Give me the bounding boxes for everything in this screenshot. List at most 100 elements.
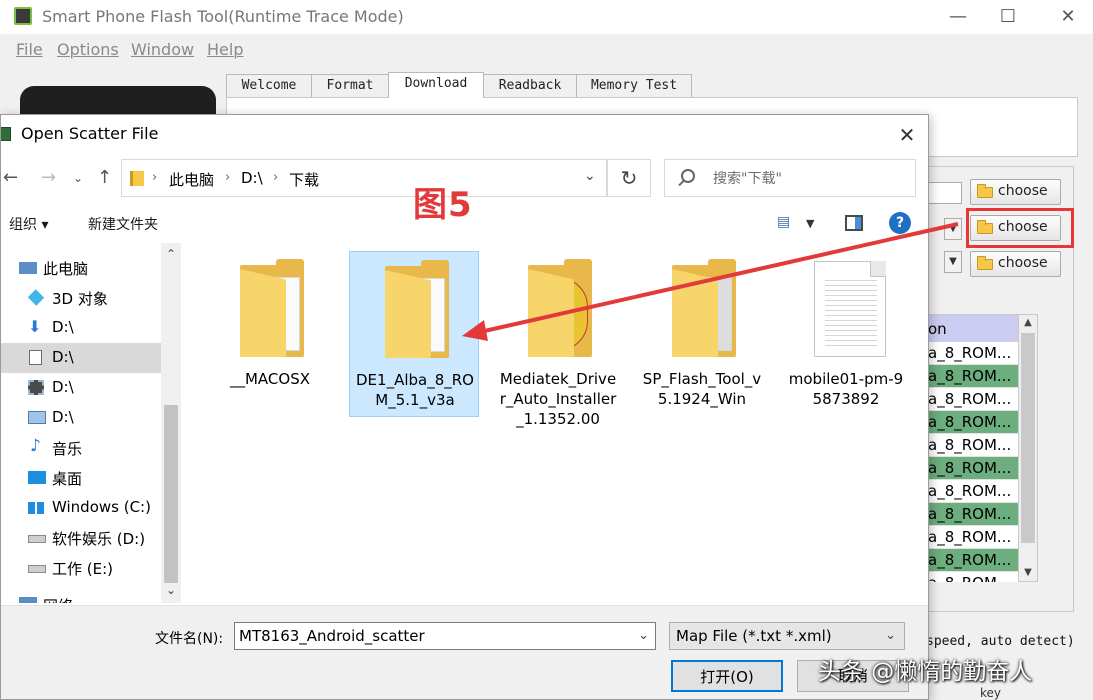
tab-download[interactable]: Download (388, 72, 484, 98)
nav-item-music[interactable]: ♪ 音乐 (1, 433, 161, 463)
search-box[interactable] (664, 159, 916, 197)
scroll-thumb[interactable] (164, 405, 178, 583)
chevron-down-icon[interactable]: ⌄ (638, 628, 649, 643)
close-icon[interactable]: ✕ (1048, 4, 1088, 30)
table-row[interactable]: a_8_ROM... (922, 480, 1018, 503)
nav-item-downloads[interactable]: ⬇ D:\ (1, 313, 161, 343)
breadcrumb-downloads[interactable]: 下载 (289, 169, 319, 190)
table-row[interactable]: a_8_ROM... (922, 434, 1018, 457)
menu-options[interactable]: Options (57, 40, 119, 59)
minimize-icon[interactable]: — (938, 4, 978, 30)
nav-item-label: 软件娱乐 (D:) (52, 530, 146, 548)
maximize-icon[interactable]: ☐ (988, 4, 1028, 30)
file-name: __MACOSX (229, 370, 311, 388)
auth-dropdown-icon[interactable]: ▼ (944, 251, 962, 273)
menu-window[interactable]: Window (131, 40, 194, 59)
scroll-thumb[interactable] (1021, 333, 1035, 543)
nav-item-label: D:\ (52, 408, 74, 426)
tab-memory-test[interactable]: Memory Test (576, 74, 692, 98)
back-arrow-icon[interactable]: ← (3, 167, 18, 188)
scroll-up-icon[interactable]: ▲ (1021, 316, 1035, 330)
video-icon (28, 380, 44, 395)
chevron-right-icon[interactable]: › (152, 170, 157, 185)
organize-button[interactable]: 组织 ▾ (9, 214, 48, 234)
network-icon (19, 597, 37, 603)
nav-item-desktop[interactable]: 桌面 (1, 463, 161, 493)
view-options-icon[interactable]: ▤ (777, 214, 790, 230)
table-row[interactable]: a_8_ROM... (922, 411, 1018, 434)
breadcrumb-drive[interactable]: D:\ (241, 169, 263, 187)
dialog-titlebar: Open Scatter File ✕ (1, 115, 928, 153)
scroll-up-icon[interactable]: ⌃ (164, 247, 178, 261)
scatter-dropdown-icon[interactable]: ▼ (944, 218, 962, 240)
nav-item-label: 工作 (E:) (52, 560, 114, 578)
scroll-down-icon[interactable]: ⌄ (164, 583, 178, 597)
search-input[interactable] (713, 168, 908, 190)
file-item-sp-flash-tool[interactable]: SP_Flash_Tool_v5.1924_Win (637, 251, 767, 417)
nav-scrollbar[interactable]: ⌃ ⌄ (161, 243, 181, 603)
recent-locations-icon[interactable]: ⌄ (73, 171, 83, 185)
nav-item-pictures[interactable]: D:\ (1, 403, 161, 433)
tab-readback[interactable]: Readback (483, 74, 577, 98)
nav-item-3d-objects[interactable]: 3D 对象 (1, 283, 161, 313)
chevron-down-icon[interactable]: ⌄ (885, 628, 896, 643)
nav-item-documents[interactable]: D:\ (1, 343, 161, 373)
table-row[interactable]: a_8_ROM... (922, 526, 1018, 549)
choose-auth-button[interactable]: choose (970, 251, 1061, 277)
cube-icon (27, 289, 45, 306)
nav-item-label: 网络 (43, 595, 73, 603)
music-icon: ♪ (30, 436, 41, 456)
nav-item-label: D:\ (52, 348, 74, 366)
refresh-icon[interactable]: ↻ (607, 159, 651, 197)
scroll-down-icon[interactable]: ▼ (1021, 566, 1035, 580)
tab-welcome[interactable]: Welcome (226, 74, 312, 98)
nav-item-drive-e[interactable]: 工作 (E:) (1, 553, 161, 583)
file-item-mediatek-driver[interactable]: Mediatek_Driver_Auto_Installer_1.1352.00 (493, 251, 623, 428)
up-arrow-icon[interactable]: ↑ (97, 167, 112, 188)
view-dropdown-icon[interactable]: ▼ (806, 217, 814, 230)
table-row[interactable]: a_8_ROM... (922, 549, 1018, 572)
nav-item-drive-d[interactable]: 软件娱乐 (D:) (1, 523, 161, 553)
nav-item-label: 3D 对象 (52, 290, 108, 308)
nav-item-windows-c[interactable]: Windows (C:) (1, 493, 161, 523)
filetype-select[interactable]: Map File (*.txt *.xml) ⌄ (669, 622, 905, 650)
tab-format[interactable]: Format (311, 74, 389, 98)
table-row[interactable]: a_8_ROM... (922, 572, 1018, 582)
chevron-down-icon[interactable]: ⌄ (584, 168, 596, 184)
address-bar[interactable]: › 此电脑 › D:\ › 下载 ⌄ (121, 159, 607, 197)
nav-item-network[interactable]: 网络 (1, 588, 161, 603)
filename-field[interactable]: MT8163_Android_scatter ⌄ (234, 622, 656, 650)
agent-path-field[interactable] (928, 182, 962, 204)
nav-item-videos[interactable]: D:\ (1, 373, 161, 403)
help-icon[interactable]: ? (889, 212, 911, 234)
file-item-de1-alba[interactable]: DE1_Alba_8_ROM_5.1_v3a (349, 251, 479, 417)
new-folder-button[interactable]: 新建文件夹 (88, 214, 158, 234)
table-scrollbar[interactable]: ▲ ▼ (1018, 314, 1038, 582)
open-button[interactable]: 打开(O) (671, 660, 783, 692)
menu-file[interactable]: File (16, 40, 43, 59)
menubar: File Options Window Help (8, 34, 1093, 64)
table-row[interactable]: a_8_ROM... (922, 503, 1018, 526)
forward-arrow-icon[interactable]: → (41, 167, 56, 188)
menu-help[interactable]: Help (207, 40, 243, 59)
search-icon (681, 169, 695, 183)
table-row[interactable]: a_8_ROM... (922, 457, 1018, 480)
dialog-close-icon[interactable]: ✕ (887, 121, 927, 149)
nav-item-this-pc[interactable]: 此电脑 (1, 253, 161, 283)
table-row[interactable]: a_8_ROM... (922, 342, 1018, 365)
table-row[interactable]: a_8_ROM... (922, 388, 1018, 411)
download-icon: ⬇ (28, 317, 42, 336)
choose-agent-button[interactable]: choose (970, 179, 1061, 205)
breadcrumb-this-pc[interactable]: 此电脑 (169, 169, 214, 190)
file-name: mobile01-pm-95873892 (788, 370, 904, 408)
folder-icon (977, 256, 993, 270)
folder-icon (977, 184, 993, 198)
file-name: SP_Flash_Tool_v5.1924_Win (642, 370, 762, 408)
chevron-right-icon[interactable]: › (273, 170, 278, 185)
folder-icon (385, 260, 449, 358)
chevron-right-icon[interactable]: › (225, 170, 230, 185)
file-item-macosx[interactable]: __MACOSX (205, 251, 335, 417)
preview-pane-icon[interactable] (845, 215, 863, 231)
table-row[interactable]: a_8_ROM... (922, 365, 1018, 388)
file-item-mobile01[interactable]: mobile01-pm-95873892 (781, 251, 911, 417)
